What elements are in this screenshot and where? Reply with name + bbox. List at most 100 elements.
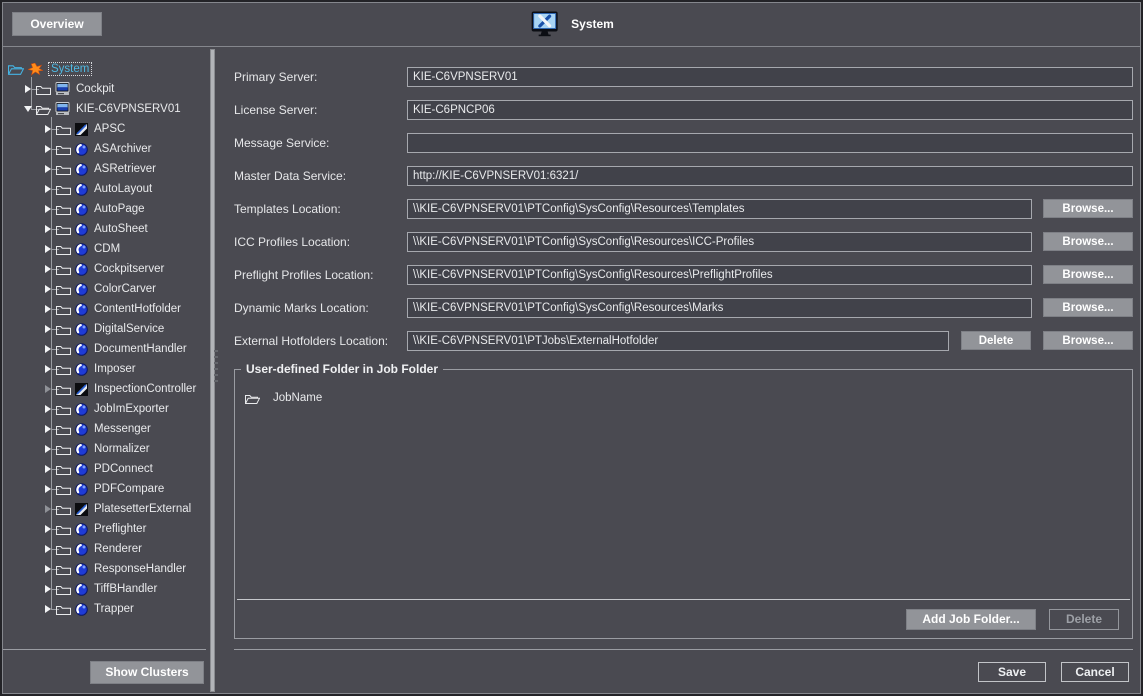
tree-item-inspectioncontroller[interactable]: InspectionController	[2, 379, 206, 399]
expander-right-icon[interactable]	[42, 482, 56, 496]
license-server-input[interactable]	[407, 100, 1133, 120]
external-hotfolders-location-input[interactable]	[407, 331, 949, 351]
expander-right-icon[interactable]	[42, 162, 56, 176]
tree-item-autopage[interactable]: AutoPage	[2, 199, 206, 219]
expander-down-icon[interactable]	[22, 102, 36, 116]
tree-item-label: PDFCompare	[94, 483, 164, 495]
cancel-button[interactable]: Cancel	[1061, 662, 1129, 682]
tree-item-cdm[interactable]: CDM	[2, 239, 206, 259]
tree-item-tiffbhandler[interactable]: TiffBHandler	[2, 579, 206, 599]
expander-right-icon[interactable]	[42, 182, 56, 196]
tree-item-system[interactable]: System	[2, 59, 206, 79]
main-panel: Primary Server:License Server:Message Se…	[220, 47, 1141, 694]
add-job-folder-button[interactable]: Add Job Folder...	[906, 609, 1036, 630]
panel-splitter[interactable]	[206, 47, 220, 694]
tree-item-imposer[interactable]: Imposer	[2, 359, 206, 379]
tree-item-messenger[interactable]: Messenger	[2, 419, 206, 439]
expander-right-icon[interactable]	[42, 582, 56, 596]
tree-item-documenthandler[interactable]: DocumentHandler	[2, 339, 206, 359]
computer-icon	[55, 102, 70, 116]
expander-right-icon[interactable]	[42, 402, 56, 416]
preflight-profiles-location-input[interactable]	[407, 265, 1032, 285]
tree-item-cockpit[interactable]: Cockpit	[2, 79, 206, 99]
expander-right-icon[interactable]	[42, 322, 56, 336]
job-folder-item[interactable]: JobName	[245, 388, 1122, 408]
dynamic-marks-location-input[interactable]	[407, 298, 1032, 318]
expander-right-icon[interactable]	[42, 142, 56, 156]
form-row-external-hotfolders-location: External Hotfolders Location:DeleteBrows…	[234, 324, 1133, 357]
expander-right-icon[interactable]	[42, 202, 56, 216]
expander-right-icon[interactable]	[42, 562, 56, 576]
dynamic-marks-location-label: Dynamic Marks Location:	[234, 301, 407, 315]
expander-right-icon[interactable]	[42, 602, 56, 616]
expander-right-icon[interactable]	[42, 362, 56, 376]
expander-right-icon[interactable]	[42, 502, 56, 516]
expander-right-icon[interactable]	[42, 242, 56, 256]
show-clusters-button[interactable]: Show Clusters	[90, 661, 204, 684]
save-button[interactable]: Save	[978, 662, 1046, 682]
splitter-bar[interactable]	[210, 49, 215, 692]
tree-item-digitalservice[interactable]: DigitalService	[2, 319, 206, 339]
icc-profiles-location-input[interactable]	[407, 232, 1032, 252]
tree-item-apsc[interactable]: APSC	[2, 119, 206, 139]
tree-item-platesetterexternal[interactable]: PlatesetterExternal	[2, 499, 206, 519]
external-hotfolders-delete-button[interactable]: Delete	[961, 331, 1031, 350]
tree-item-renderer[interactable]: Renderer	[2, 539, 206, 559]
expander-right-icon[interactable]	[42, 122, 56, 136]
expander-right-icon[interactable]	[42, 262, 56, 276]
tree-item-autolayout[interactable]: AutoLayout	[2, 179, 206, 199]
templates-location-browse-button[interactable]: Browse...	[1043, 199, 1133, 218]
folder-closed-icon	[56, 144, 71, 155]
templates-location-input[interactable]	[407, 199, 1032, 219]
tree-item-kie-c6vpnserv01[interactable]: KIE-C6VPNSERV01	[2, 99, 206, 119]
expander-right-icon[interactable]	[42, 222, 56, 236]
tree-item-cockpitserver[interactable]: Cockpitserver	[2, 259, 206, 279]
engine-icon	[75, 123, 88, 136]
folder-closed-icon	[56, 584, 71, 595]
tree-item-asretriever[interactable]: ASRetriever	[2, 159, 206, 179]
folder-closed-icon	[56, 164, 71, 175]
expander-right-icon[interactable]	[42, 342, 56, 356]
expander-right-icon[interactable]	[42, 522, 56, 536]
tree-item-colorcarver[interactable]: ColorCarver	[2, 279, 206, 299]
primary-server-input[interactable]	[407, 67, 1133, 87]
expander-right-icon[interactable]	[42, 542, 56, 556]
service-icon	[75, 263, 88, 276]
title-bar: Overview System	[2, 2, 1141, 47]
dynamic-marks-location-browse-button[interactable]: Browse...	[1043, 298, 1133, 317]
splitter-grip-icon[interactable]	[214, 350, 218, 384]
tree-item-contenthotfolder[interactable]: ContentHotfolder	[2, 299, 206, 319]
tree-item-preflighter[interactable]: Preflighter	[2, 519, 206, 539]
delete-job-folder-button[interactable]: Delete	[1049, 609, 1119, 630]
service-icon	[75, 483, 88, 496]
expander-right-icon[interactable]	[42, 302, 56, 316]
expander-right-icon[interactable]	[42, 282, 56, 296]
tree-item-pdfcompare[interactable]: PDFCompare	[2, 479, 206, 499]
service-icon	[75, 303, 88, 316]
expander-right-icon[interactable]	[42, 422, 56, 436]
expander-right-icon[interactable]	[42, 382, 56, 396]
master-data-service-input[interactable]	[407, 166, 1133, 186]
overview-button[interactable]: Overview	[12, 12, 102, 36]
folder-closed-icon	[56, 284, 71, 295]
tree-item-responsehandler[interactable]: ResponseHandler	[2, 559, 206, 579]
preflight-profiles-location-browse-button[interactable]: Browse...	[1043, 265, 1133, 284]
service-icon	[75, 523, 88, 536]
expander-right-icon[interactable]	[42, 462, 56, 476]
tree-item-pdconnect[interactable]: PDConnect	[2, 459, 206, 479]
message-service-input[interactable]	[407, 133, 1133, 153]
expander-right-icon[interactable]	[42, 442, 56, 456]
tree-item-trapper[interactable]: Trapper	[2, 599, 206, 619]
service-icon	[75, 183, 88, 196]
templates-location-label: Templates Location:	[234, 202, 407, 216]
tree-item-asarchiver[interactable]: ASArchiver	[2, 139, 206, 159]
folder-open-icon	[245, 393, 260, 404]
external-hotfolders-location-browse-button[interactable]: Browse...	[1043, 331, 1133, 350]
tree-item-normalizer[interactable]: Normalizer	[2, 439, 206, 459]
expander-right-icon[interactable]	[22, 82, 36, 96]
service-icon	[75, 563, 88, 576]
tree-item-autosheet[interactable]: AutoSheet	[2, 219, 206, 239]
tree-item-jobimexporter[interactable]: JobImExporter	[2, 399, 206, 419]
form-row-message-service: Message Service:	[234, 126, 1133, 159]
icc-profiles-location-browse-button[interactable]: Browse...	[1043, 232, 1133, 251]
